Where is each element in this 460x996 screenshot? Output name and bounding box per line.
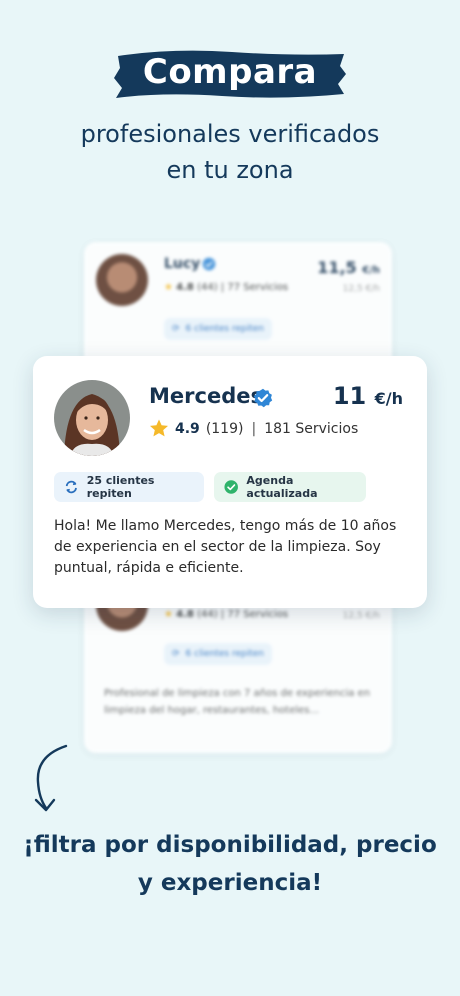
professional-card-background[interactable]: ★ 4.8 (44) | 77 Servicios 12,5 €/h ⟳ 6 c… (84, 579, 392, 753)
avatar (54, 380, 130, 456)
repeat-clients-chip: ⟳ 6 clientes repiten (164, 643, 272, 665)
agenda-updated-chip: Agenda actualizada (214, 472, 366, 502)
secondary-price: 12,5 €/h (342, 611, 380, 621)
curved-arrow-icon (34, 744, 68, 812)
review-count: (119) (205, 420, 244, 437)
footer-tagline: ¡filtra por disponibilidad, precio y exp… (23, 832, 437, 896)
star-icon (150, 419, 168, 437)
price: 11,5 €/h (317, 258, 380, 277)
verified-badge-icon (202, 257, 216, 271)
star-icon: ★ (164, 282, 173, 293)
repeat-clients-chip: ⟳ 6 clientes repiten (164, 318, 272, 340)
professional-description: Hola! Me llamo Mercedes, tengo más de 10… (54, 518, 397, 576)
star-icon: ★ (164, 609, 173, 620)
subheadline: profesionales verificados en tu zona (80, 120, 380, 184)
hourly-price: 11 €/h (332, 382, 403, 410)
headline: Compara (142, 52, 318, 92)
repeat-icon: ⟳ (172, 324, 180, 334)
repeat-clients-chip: 25 clientes repiten (54, 472, 204, 502)
services-count: 181 Servicios (264, 420, 359, 437)
rating-row: ★ 4.8 (44) | 77 Servicios (164, 282, 289, 293)
verified-badge-icon (253, 388, 273, 408)
rating-score: 4.9 (175, 420, 200, 437)
rating-row: 4.9 (119) | 181 Servicios (149, 419, 358, 438)
secondary-price: 12,5 €/h (342, 284, 380, 294)
rating-row: ★ 4.8 (44) | 77 Servicios (164, 609, 289, 620)
professional-card-mercedes[interactable]: Mercedes 11 €/h 4.9 (119) | 181 Servicio… (33, 356, 427, 608)
repeat-icon (65, 480, 77, 494)
professional-name: Mercedes (149, 384, 263, 408)
repeat-icon: ⟳ (172, 649, 180, 659)
avatar (96, 254, 148, 306)
professional-name: Lucy (164, 256, 201, 272)
check-circle-icon (224, 480, 238, 494)
separator: | (251, 420, 257, 437)
professional-description: Profesional de limpieza con 7 años de ex… (104, 688, 371, 716)
